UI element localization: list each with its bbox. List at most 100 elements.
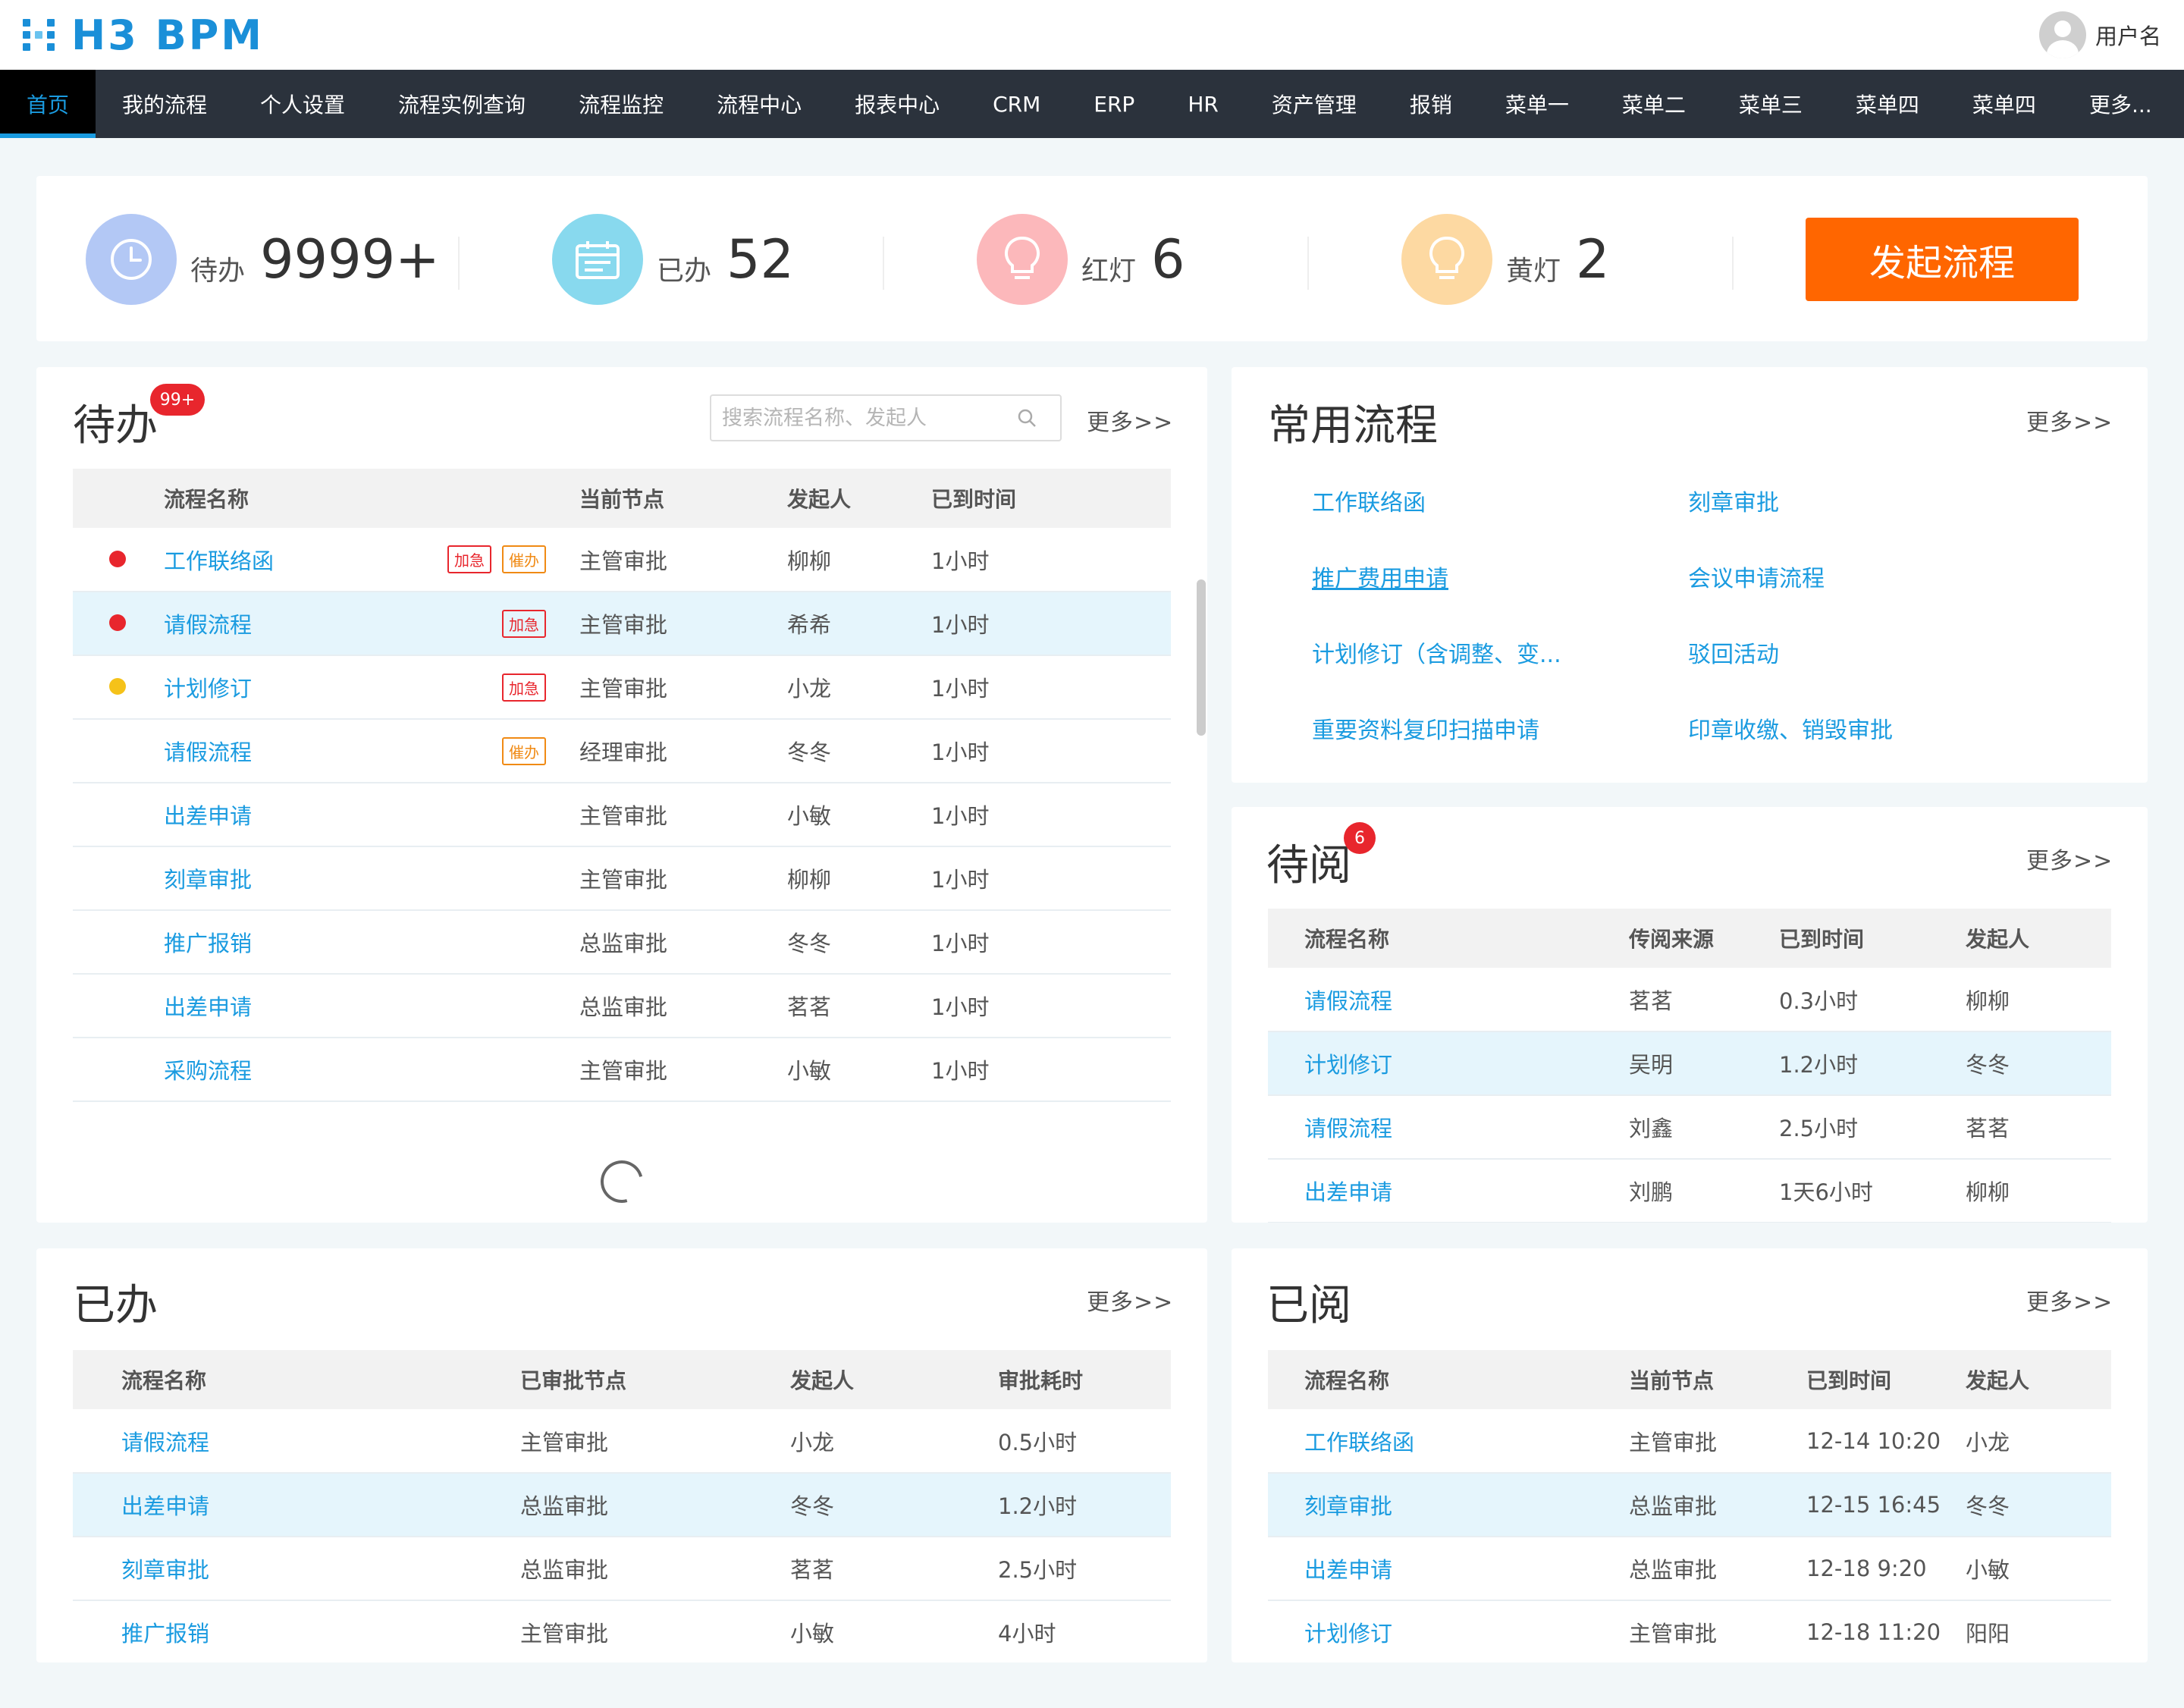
- table-row[interactable]: 推广报销 主管审批 小敏 4小时: [73, 1600, 1171, 1662]
- process-name-link[interactable]: 工作联络函: [1304, 1430, 1414, 1455]
- avatar[interactable]: [2038, 11, 2086, 58]
- table-header-row: 流程名称 当前节点 发起人 已到时间: [73, 469, 1171, 528]
- table-row[interactable]: 请假流程 加急 主管审批 希希 1小时: [73, 592, 1171, 656]
- search-icon[interactable]: [1016, 407, 1037, 429]
- common-process-link[interactable]: 会议申请流程: [1688, 560, 1825, 593]
- time-cell: 12-15 16:45: [1806, 1473, 1966, 1537]
- table-row[interactable]: 出差申请 刘鹏 1天6小时 柳柳: [1268, 1159, 2111, 1223]
- table-row[interactable]: 请假流程 主管审批 小龙 0.5小时: [73, 1409, 1171, 1474]
- nav-item[interactable]: ERP: [1067, 70, 1161, 138]
- logo[interactable]: H3 BPM: [23, 11, 264, 59]
- common-process-link[interactable]: 计划修订（含调整、变...: [1312, 636, 1561, 669]
- nav-item[interactable]: 菜单四: [1829, 70, 1946, 138]
- more-link[interactable]: 更多>>: [1087, 403, 1173, 437]
- nav-item[interactable]: 菜单二: [1596, 70, 1712, 138]
- nav-item[interactable]: 流程监控: [552, 70, 690, 138]
- stat-todo[interactable]: 待办 9999+: [86, 214, 440, 305]
- common-process-link[interactable]: 工作联络函: [1312, 484, 1426, 517]
- table-row[interactable]: 请假流程 刘鑫 2.5小时 茗茗: [1268, 1095, 2111, 1160]
- process-name-link[interactable]: 出差申请: [164, 799, 252, 830]
- table-row[interactable]: 刻章审批 主管审批 柳柳 1小时: [73, 846, 1171, 911]
- common-process-link[interactable]: 驳回活动: [1688, 636, 1779, 669]
- process-name-link[interactable]: 计划修订: [1304, 1052, 1392, 1078]
- process-name-link[interactable]: 推广报销: [164, 926, 252, 958]
- process-name-link[interactable]: 推广报销: [121, 1621, 209, 1647]
- search-box[interactable]: [710, 394, 1062, 441]
- user-menu[interactable]: 用户名: [2038, 11, 2161, 59]
- read-panel: 已阅 更多>> 流程名称 当前节点 已到时间 发起人 工作联络函 主管审批 12-1…: [1232, 1248, 2148, 1662]
- process-name-link[interactable]: 出差申请: [1304, 1179, 1392, 1205]
- nav-item[interactable]: 流程中心: [690, 70, 828, 138]
- process-name-link[interactable]: 出差申请: [121, 1493, 209, 1519]
- nav-item[interactable]: 菜单三: [1712, 70, 1829, 138]
- username[interactable]: 用户名: [2095, 19, 2161, 51]
- status-cell: [73, 592, 164, 656]
- column-header: 发起人: [1966, 1350, 2111, 1409]
- process-name-link[interactable]: 刻章审批: [164, 862, 252, 894]
- more-link[interactable]: 更多>>: [2026, 1283, 2113, 1317]
- more-link[interactable]: 更多>>: [2026, 842, 2113, 875]
- nav-item[interactable]: 流程实例查询: [372, 70, 552, 138]
- process-name-link[interactable]: 刻章审批: [1304, 1493, 1392, 1519]
- table-row[interactable]: 请假流程 茗茗 0.3小时 柳柳: [1268, 968, 2111, 1032]
- process-name-link[interactable]: 请假流程: [1304, 1116, 1392, 1141]
- nav-item[interactable]: 我的流程: [96, 70, 234, 138]
- nav-item[interactable]: 个人设置: [234, 70, 372, 138]
- nav-item[interactable]: CRM: [966, 70, 1067, 138]
- more-link[interactable]: 更多>>: [2026, 403, 2113, 437]
- nav-item[interactable]: 菜单四: [1946, 70, 2063, 138]
- table-row[interactable]: 推广报销 总监审批 冬冬 1小时: [73, 910, 1171, 975]
- process-name-link[interactable]: 计划修订: [1304, 1621, 1392, 1647]
- time-cell: 0.3小时: [1779, 968, 1966, 1032]
- table-row[interactable]: 请假流程 催办 经理审批 冬冬 1小时: [73, 719, 1171, 783]
- nav-item[interactable]: 报销: [1383, 70, 1479, 138]
- process-name-link[interactable]: 请假流程: [164, 735, 252, 767]
- nav-item[interactable]: 资产管理: [1245, 70, 1383, 138]
- common-process-link[interactable]: 重要资料复印扫描申请: [1312, 711, 1539, 745]
- source-cell: 刘鹏: [1629, 1159, 1779, 1223]
- name-cell: 出差申请: [1268, 1537, 1629, 1601]
- column-header: 流程名称: [1268, 1350, 1629, 1409]
- process-name-link[interactable]: 采购流程: [164, 1053, 252, 1085]
- process-name-link[interactable]: 出差申请: [1304, 1557, 1392, 1583]
- table-row[interactable]: 计划修订 加急 主管审批 小龙 1小时: [73, 655, 1171, 720]
- common-process-link[interactable]: 印章收缴、销毁审批: [1688, 711, 1893, 745]
- urgent-tag: 加急: [502, 609, 546, 638]
- initiator-cell: 冬冬: [1966, 1031, 2111, 1096]
- table-header-row: 流程名称 已审批节点 发起人 审批耗时: [73, 1350, 1171, 1409]
- nav-item[interactable]: 更多...: [2063, 70, 2179, 138]
- table-row[interactable]: 刻章审批 总监审批 12-15 16:45 冬冬: [1268, 1473, 2111, 1537]
- stat-done[interactable]: 已办 52: [552, 214, 794, 305]
- status-dot-icon: [109, 550, 126, 567]
- table-row[interactable]: 出差申请 总监审批 茗茗 1小时: [73, 974, 1171, 1038]
- stat-red[interactable]: 红灯 6: [977, 214, 1185, 305]
- more-link[interactable]: 更多>>: [1087, 1283, 1173, 1317]
- common-process-link[interactable]: 推广费用申请: [1312, 560, 1448, 593]
- table-row[interactable]: 刻章审批 总监审批 茗茗 2.5小时: [73, 1537, 1171, 1601]
- process-name-link[interactable]: 刻章审批: [121, 1557, 209, 1583]
- table-row[interactable]: 计划修订 吴明 1.2小时 冬冬: [1268, 1031, 2111, 1096]
- table-row[interactable]: 计划修订 主管审批 12-18 11:20 阳阳: [1268, 1600, 2111, 1662]
- process-name-link[interactable]: 请假流程: [121, 1430, 209, 1455]
- nav-item[interactable]: HR: [1161, 70, 1245, 138]
- table-row[interactable]: 出差申请 主管审批 小敏 1小时: [73, 783, 1171, 847]
- process-name-link[interactable]: 工作联络函: [164, 544, 274, 576]
- table-row[interactable]: 采购流程 主管审批 小敏 1小时: [73, 1038, 1171, 1102]
- table-header-row: 流程名称 传阅来源 已到时间 发起人: [1268, 909, 2111, 968]
- stat-yellow[interactable]: 黄灯 2: [1401, 214, 1610, 305]
- search-input[interactable]: [722, 406, 1010, 430]
- table-row[interactable]: 出差申请 总监审批 冬冬 1.2小时: [73, 1473, 1171, 1537]
- process-name-link[interactable]: 计划修订: [164, 671, 252, 703]
- launch-process-button[interactable]: 发起流程: [1806, 218, 2079, 301]
- nav-item[interactable]: 首页: [0, 70, 96, 138]
- table-row[interactable]: 工作联络函 主管审批 12-14 10:20 小龙: [1268, 1409, 2111, 1474]
- table-row[interactable]: 出差申请 总监审批 12-18 9:20 小敏: [1268, 1537, 2111, 1601]
- process-name-link[interactable]: 请假流程: [1304, 988, 1392, 1014]
- table-row[interactable]: 工作联络函 加急 催办 主管审批 柳柳 1小时: [73, 528, 1171, 592]
- nav-item[interactable]: 菜单一: [1479, 70, 1596, 138]
- process-name-link[interactable]: 出差申请: [164, 990, 252, 1022]
- nav-item[interactable]: 报表中心: [828, 70, 966, 138]
- scrollbar[interactable]: [1197, 579, 1206, 736]
- process-name-link[interactable]: 请假流程: [164, 608, 252, 639]
- common-process-link[interactable]: 刻章审批: [1688, 484, 1779, 517]
